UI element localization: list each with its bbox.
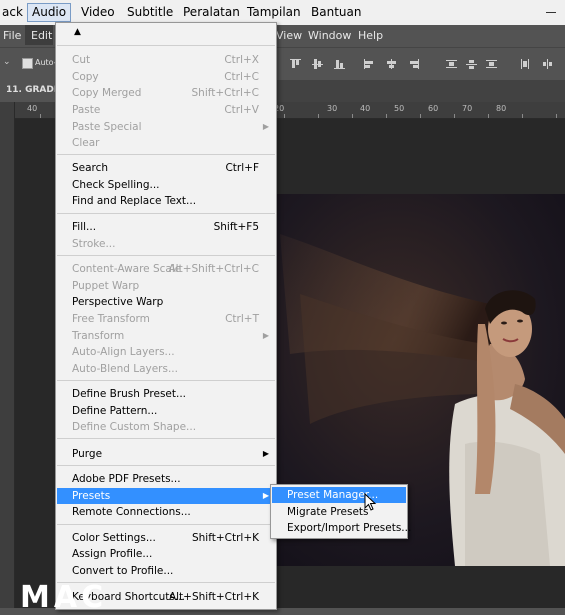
menu-item-copy-merged[interactable]: Copy Merged Shift+Ctrl+C bbox=[57, 85, 275, 101]
distribute-hcenter-icon[interactable] bbox=[542, 59, 553, 69]
align-vcenter-icon[interactable] bbox=[312, 59, 323, 69]
menu-separator bbox=[57, 255, 275, 256]
ruler-label: 80 bbox=[496, 104, 507, 113]
menu-item-clear[interactable]: Clear bbox=[57, 135, 275, 151]
auto-select-checkbox[interactable] bbox=[22, 58, 33, 69]
menu-separator bbox=[57, 154, 275, 155]
submenu-item-migrate-presets[interactable]: Migrate Presets bbox=[272, 504, 406, 520]
menu-item-free-transform[interactable]: Free Transform Ctrl+T bbox=[57, 311, 275, 327]
watermark-logo: MAC bbox=[20, 580, 108, 615]
ps-menu-file[interactable]: File bbox=[3, 29, 21, 42]
menu-item-remote-connections[interactable]: Remote Connections... bbox=[57, 504, 275, 520]
menu-item-adobe-pdf-presets[interactable]: Adobe PDF Presets... bbox=[57, 471, 275, 487]
minimize-icon bbox=[546, 12, 556, 13]
vertical-ruler bbox=[0, 102, 15, 608]
minimize-button[interactable] bbox=[537, 0, 565, 25]
menu-item-auto-blend-layers[interactable]: Auto-Blend Layers... bbox=[57, 361, 275, 377]
menu-item-define-brush-preset[interactable]: Define Brush Preset... bbox=[57, 386, 275, 402]
menu-item-check-spelling[interactable]: Check Spelling... bbox=[57, 177, 275, 193]
presets-submenu: Preset Manager... Migrate Presets Export… bbox=[270, 484, 411, 539]
edit-dropdown-menu: ▲ Cut Ctrl+X Copy Ctrl+C Copy Merged Shift+… bbox=[55, 22, 277, 610]
submenu-arrow-icon: ▶ bbox=[262, 122, 269, 131]
distribute-top-icon[interactable] bbox=[446, 59, 457, 69]
menu-separator bbox=[57, 380, 275, 381]
menu-item-assign-profile[interactable]: Assign Profile... bbox=[57, 546, 275, 562]
menu-item-define-custom-shape[interactable]: Define Custom Shape... bbox=[57, 419, 275, 435]
document-tab[interactable]: 11. GRADIE bbox=[0, 80, 63, 102]
distribute-vcenter-icon[interactable] bbox=[466, 59, 477, 69]
menu-subtitle[interactable]: Subtitle bbox=[123, 4, 177, 21]
ruler-label: 50 bbox=[394, 104, 405, 113]
menu-item-fill[interactable]: Fill... Shift+F5 bbox=[57, 219, 275, 235]
ps-menu-window[interactable]: Window bbox=[308, 29, 351, 42]
menu-item-purge[interactable]: Purge ▶ bbox=[57, 446, 275, 462]
menu-item-copy[interactable]: Copy Ctrl+C bbox=[57, 69, 275, 85]
menu-item-define-pattern[interactable]: Define Pattern... bbox=[57, 403, 275, 419]
align-left-icon[interactable] bbox=[364, 59, 375, 69]
menu-item-transform[interactable]: Transform ▶ bbox=[57, 328, 275, 344]
menu-item-paste[interactable]: Paste Ctrl+V bbox=[57, 102, 275, 118]
menu-item-perspective-warp[interactable]: Perspective Warp bbox=[57, 294, 275, 310]
menu-audio[interactable]: Audio bbox=[27, 3, 72, 22]
menu-video[interactable]: Video bbox=[77, 4, 119, 21]
ps-menu-view[interactable]: View bbox=[276, 29, 302, 42]
menu-tampilan[interactable]: Tampilan bbox=[243, 4, 305, 21]
chevron-down-icon[interactable]: ⌄ bbox=[3, 57, 11, 67]
menu-item-presets[interactable]: Presets ▶ bbox=[57, 488, 275, 504]
mouse-pointer-icon bbox=[364, 493, 377, 511]
distribute-bottom-icon[interactable] bbox=[486, 59, 497, 69]
submenu-arrow-icon: ▶ bbox=[262, 331, 269, 340]
align-top-icon[interactable] bbox=[290, 59, 301, 69]
menu-separator bbox=[57, 438, 275, 439]
align-right-icon[interactable] bbox=[408, 59, 419, 69]
scroll-up-arrow-icon[interactable]: ▲ bbox=[74, 27, 81, 37]
menu-ack[interactable]: ack bbox=[0, 4, 27, 21]
menu-separator bbox=[57, 45, 275, 46]
distribute-left-icon[interactable] bbox=[520, 59, 531, 69]
menu-item-stroke[interactable]: Stroke... bbox=[57, 236, 275, 252]
menu-item-auto-align-layers[interactable]: Auto-Align Layers... bbox=[57, 344, 275, 360]
ruler-label: 40 bbox=[27, 104, 38, 113]
ruler-label: 60 bbox=[428, 104, 439, 113]
menu-item-paste-special[interactable]: Paste Special ▶ bbox=[57, 119, 275, 135]
auto-select-label: Auto- bbox=[35, 58, 57, 67]
submenu-item-export-import-presets[interactable]: Export/Import Presets... bbox=[272, 520, 411, 536]
ruler-label: 30 bbox=[327, 104, 338, 113]
submenu-arrow-icon: ▶ bbox=[262, 449, 269, 458]
menu-separator bbox=[57, 524, 275, 525]
ps-menu-edit[interactable]: Edit bbox=[31, 29, 52, 42]
menu-item-cut[interactable]: Cut Ctrl+X bbox=[57, 52, 275, 68]
menu-item-convert-to-profile[interactable]: Convert to Profile... bbox=[57, 563, 275, 579]
align-bottom-icon[interactable] bbox=[334, 59, 345, 69]
menu-bantuan[interactable]: Bantuan bbox=[307, 4, 365, 21]
menu-separator bbox=[57, 213, 275, 214]
menu-peralatan[interactable]: Peralatan bbox=[179, 4, 244, 21]
menu-item-search[interactable]: Search Ctrl+F bbox=[57, 160, 275, 176]
align-hcenter-icon[interactable] bbox=[386, 59, 397, 69]
menu-separator bbox=[57, 465, 275, 466]
submenu-arrow-icon: ▶ bbox=[262, 491, 269, 500]
menu-item-find-replace[interactable]: Find and Replace Text... bbox=[57, 193, 275, 209]
ruler-label: 40 bbox=[360, 104, 371, 113]
menu-item-content-aware-scale[interactable]: Content-Aware Scale Alt+Shift+Ctrl+C bbox=[57, 261, 275, 277]
menu-item-color-settings[interactable]: Color Settings... Shift+Ctrl+K bbox=[57, 530, 275, 546]
submenu-item-preset-manager[interactable]: Preset Manager... bbox=[272, 487, 406, 503]
menu-item-puppet-warp[interactable]: Puppet Warp bbox=[57, 278, 275, 294]
ruler-label: 70 bbox=[462, 104, 473, 113]
ps-menu-help[interactable]: Help bbox=[358, 29, 383, 42]
